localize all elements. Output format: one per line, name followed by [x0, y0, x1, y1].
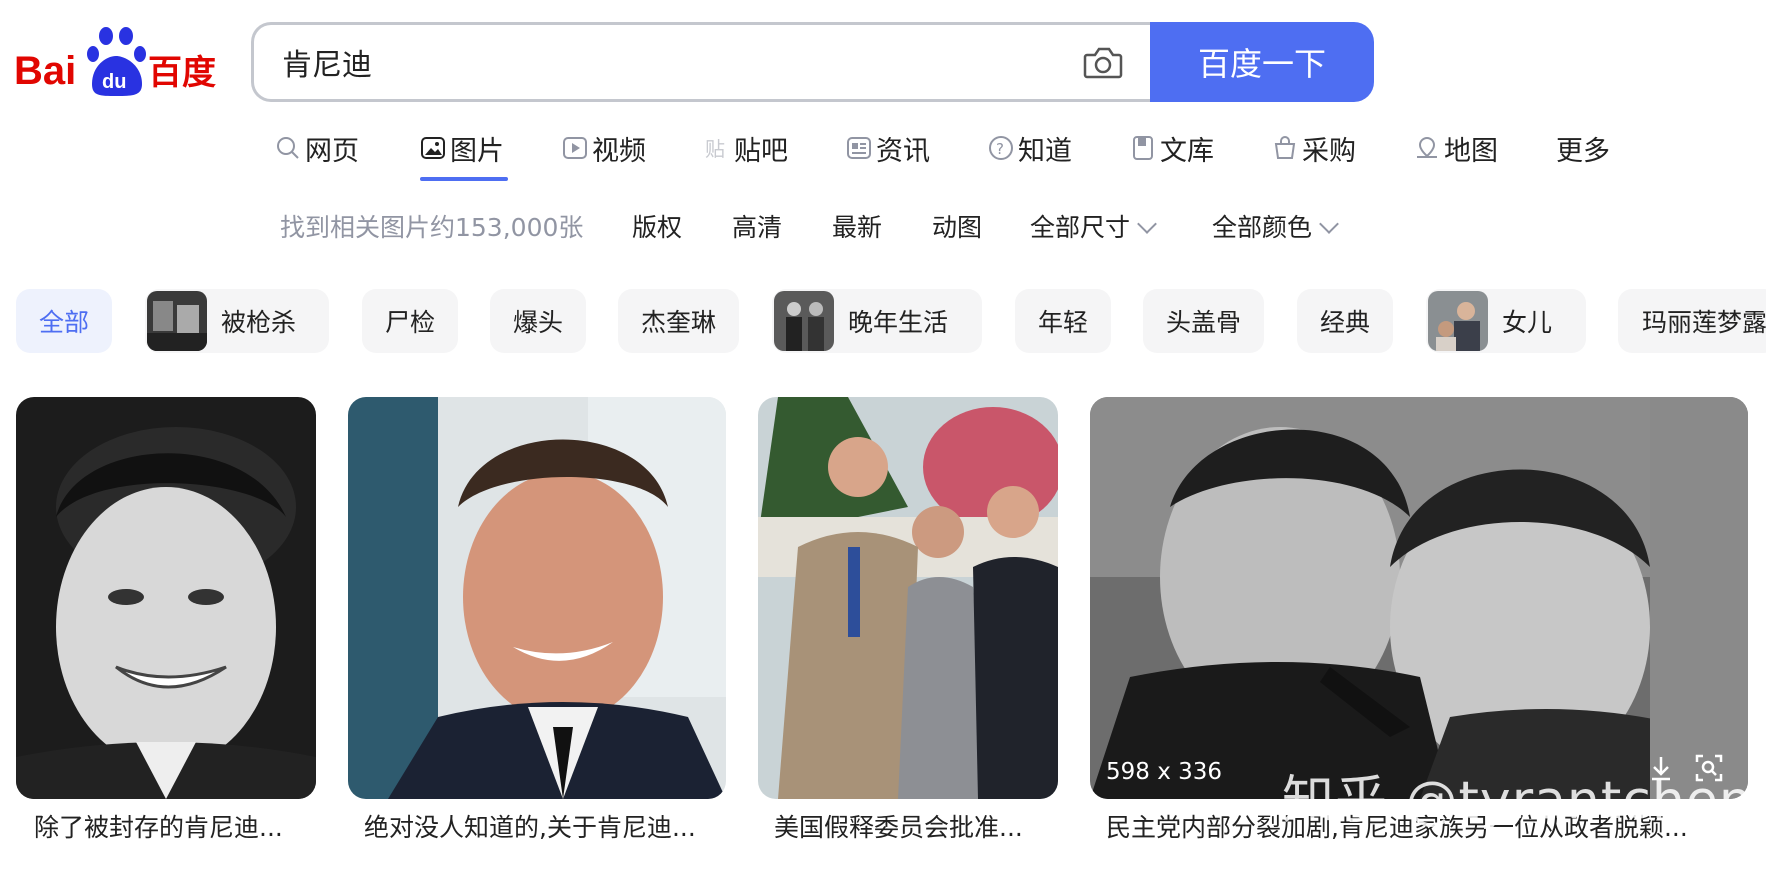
chip-label: 经典 [1319, 308, 1370, 337]
result-caption-1[interactable]: 除了被封存的肯尼迪... [34, 808, 324, 844]
svg-text:百度: 百度 [148, 53, 216, 93]
group-photo [758, 397, 1058, 799]
filter-latest[interactable]: 最新 [832, 208, 882, 244]
chip-label: 女儿 [1502, 308, 1553, 337]
zhihu-watermark: 知乎 @tyrantchen [1282, 771, 1753, 831]
chip-label: 头盖骨 [1165, 308, 1241, 337]
portrait-photo [16, 397, 316, 799]
filter-animated[interactable]: 动图 [932, 208, 982, 244]
camera-icon[interactable] [1083, 45, 1123, 81]
chip-thumbnail [1428, 291, 1488, 351]
tab-label: 网页 [305, 135, 359, 167]
chip-classic[interactable]: 经典 [1297, 289, 1393, 353]
search-button[interactable]: 百度一下 [1150, 22, 1374, 102]
tab-label: 资讯 [876, 135, 930, 167]
tab-more[interactable]: 更多 [1556, 126, 1610, 170]
tieba-icon: 贴 [705, 137, 725, 161]
tab-label: 视频 [592, 135, 646, 167]
result-image-4[interactable]: 598 x 336 [1090, 397, 1748, 799]
document-icon [1133, 136, 1153, 160]
svg-text:Bai: Bai [14, 49, 76, 93]
filter-size-label: 全部尺寸 [1030, 213, 1131, 242]
chip-jacqueline[interactable]: 杰奎琳 [618, 289, 739, 353]
news-icon [847, 137, 871, 159]
svg-text:?: ? [996, 140, 1004, 158]
chip-young[interactable]: 年轻 [1015, 289, 1111, 353]
chip-late-life[interactable]: 晚年生活 [772, 289, 982, 353]
result-caption-2[interactable]: 绝对没人知道的,关于肯尼迪... [364, 808, 734, 844]
filter-copyright[interactable]: 版权 [632, 208, 682, 244]
tab-wenku[interactable]: 文库 [1130, 126, 1214, 170]
result-image-1[interactable] [16, 397, 316, 799]
shopping-bag-icon [1274, 136, 1296, 159]
result-image-2[interactable] [348, 397, 726, 799]
tab-label: 更多 [1556, 135, 1610, 167]
svg-text:贴: 贴 [705, 137, 725, 161]
chip-label: 爆头 [512, 308, 563, 337]
chip-label: 全部 [38, 308, 89, 337]
image-dimensions: 598 x 336 [1106, 759, 1223, 785]
chip-headshot[interactable]: 爆头 [490, 289, 586, 353]
chip-all[interactable]: 全部 [16, 289, 112, 353]
tab-tieba[interactable]: 贴 贴吧 [704, 126, 788, 170]
tab-images[interactable]: 图片 [420, 126, 504, 170]
chip-label: 杰奎琳 [640, 308, 716, 337]
baidu-logo[interactable]: Bai du 百度 [14, 26, 218, 96]
search-box [251, 22, 1151, 102]
search-icon [277, 137, 299, 159]
svg-text:du: du [102, 71, 126, 93]
tab-label: 贴吧 [734, 135, 788, 167]
portrait-photo [348, 397, 726, 799]
result-count: 找到相关图片约153,000张 [280, 213, 584, 242]
tab-caigou[interactable]: 采购 [1272, 126, 1356, 170]
chip-label: 晚年生活 [848, 308, 949, 337]
image-icon [421, 137, 445, 159]
tab-zhidao[interactable]: ? 知道 [988, 126, 1072, 170]
chip-skull[interactable]: 头盖骨 [1143, 289, 1264, 353]
chip-label: 玛丽莲梦露 [1642, 308, 1766, 337]
news-photo [1090, 397, 1748, 799]
filter-color[interactable]: 全部颜色 [1212, 208, 1339, 244]
tab-label: 地图 [1444, 135, 1498, 167]
tab-news[interactable]: 资讯 [846, 126, 930, 170]
active-tab-indicator [420, 177, 508, 181]
chip-autopsy[interactable]: 尸检 [362, 289, 458, 353]
filter-size[interactable]: 全部尺寸 [1030, 208, 1157, 244]
tab-label: 图片 [450, 135, 504, 167]
tab-web[interactable]: 网页 [275, 126, 359, 170]
video-icon [563, 137, 587, 159]
result-image-3[interactable] [758, 397, 1058, 799]
chip-thumbnail [774, 291, 834, 351]
map-icon [1417, 136, 1437, 158]
tab-label: 知道 [1018, 135, 1072, 167]
chevron-down-icon [1319, 214, 1339, 234]
chip-daughter[interactable]: 女儿 [1426, 289, 1586, 353]
tab-map[interactable]: 地图 [1414, 126, 1498, 170]
filter-color-label: 全部颜色 [1212, 213, 1313, 242]
chip-marilyn[interactable]: 玛丽莲梦露 [1618, 289, 1766, 353]
tab-label: 采购 [1302, 135, 1356, 167]
search-input[interactable] [282, 41, 1042, 83]
result-caption-3[interactable]: 美国假释委员会批准... [774, 808, 1064, 844]
chip-label: 被枪杀 [221, 308, 297, 337]
chip-thumbnail [147, 291, 207, 351]
chevron-down-icon [1137, 214, 1157, 234]
chip-label: 年轻 [1037, 308, 1088, 337]
tab-video[interactable]: 视频 [562, 126, 646, 170]
chip-label: 尸检 [384, 308, 435, 337]
tab-label: 文库 [1160, 135, 1214, 167]
question-icon: ? [989, 136, 1013, 160]
chip-shot[interactable]: 被枪杀 [145, 289, 329, 353]
filter-hd[interactable]: 高清 [732, 208, 782, 244]
